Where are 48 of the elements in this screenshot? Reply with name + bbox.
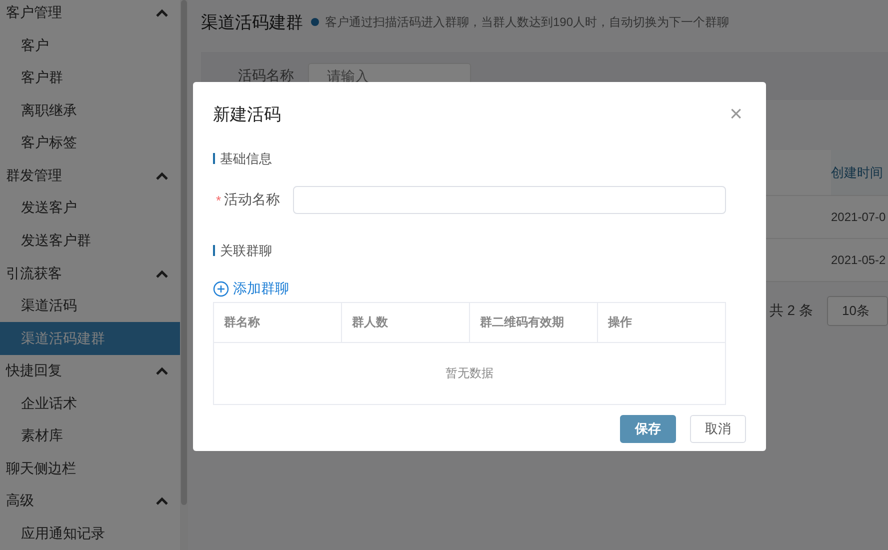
page-title: 渠道活码建群 — [201, 12, 303, 34]
field-label: 活码名称 — [238, 67, 294, 85]
add-group-button[interactable]: 添加群聊 — [213, 280, 289, 298]
table-cell-text: 2021-05-2 — [831, 252, 887, 269]
menu-group[interactable]: 客户管理 — [6, 4, 62, 22]
chevron-up-icon[interactable] — [156, 497, 168, 506]
menu-item[interactable]: 客户 — [0, 30, 180, 62]
column-header: 群名称 — [214, 302, 342, 342]
menu-item[interactable]: 离职继承 — [0, 94, 180, 128]
menu-group[interactable]: 快捷回复 — [6, 362, 62, 380]
menu-item[interactable]: 客户标签 — [0, 127, 180, 160]
menu-item[interactable]: 企业话术 — [0, 387, 180, 420]
page-size-select[interactable]: 10条 — [827, 296, 888, 326]
menu-item[interactable]: 客户群 — [0, 62, 180, 95]
save-button[interactable]: 保存 — [620, 415, 676, 443]
column-header: 群人数 — [342, 302, 470, 342]
page-hint: 客户通过扫描活码进入群聊，当群人数达到190人时，自动切换为下一个群聊 — [325, 14, 730, 30]
chevron-up-icon[interactable] — [156, 270, 168, 278]
empty-message: 暂无数据 — [214, 342, 726, 404]
info-dot-icon — [311, 18, 319, 26]
required-mark: * — [216, 192, 222, 208]
section-title: 基础信息 — [213, 153, 746, 164]
chevron-up-icon[interactable] — [156, 172, 168, 180]
column-header: 群二维码有效期 — [470, 302, 598, 342]
menu-group[interactable]: 群发管理 — [6, 166, 62, 185]
chevron-up-icon[interactable] — [156, 367, 168, 376]
close-button[interactable]: × — [727, 105, 745, 123]
cancel-button[interactable]: 取消 — [690, 415, 746, 443]
column-header: 操作 — [598, 302, 726, 342]
field-label: 活动名称 — [224, 191, 281, 209]
menu-group[interactable]: 高级 — [6, 492, 34, 510]
plus-circle-icon — [213, 281, 229, 297]
menu-item[interactable]: 素材库 — [0, 420, 180, 452]
chevron-up-icon[interactable] — [156, 9, 168, 18]
table-cell-text: 2021-07-0 — [831, 209, 887, 226]
menu-item[interactable]: 应用通知记录 — [0, 518, 180, 550]
dialog-title: 新建活码 — [213, 104, 281, 126]
scrollbar[interactable] — [181, 0, 187, 505]
section-title: 关联群聊 — [213, 245, 746, 256]
menu-item[interactable]: 渠道活码 — [0, 290, 180, 322]
menu-item[interactable]: 聊天侧边栏 — [6, 460, 76, 478]
menu-item[interactable]: 渠道活码建群 — [0, 322, 180, 355]
menu-item[interactable]: 发送客户 — [0, 192, 180, 225]
total-count: 共 2 条 — [769, 302, 813, 320]
column-header: 创建时间 — [831, 150, 888, 195]
menu-group[interactable]: 引流获客 — [6, 264, 62, 283]
input-field[interactable] — [293, 186, 726, 214]
menu-item[interactable]: 发送客户群 — [0, 224, 180, 258]
